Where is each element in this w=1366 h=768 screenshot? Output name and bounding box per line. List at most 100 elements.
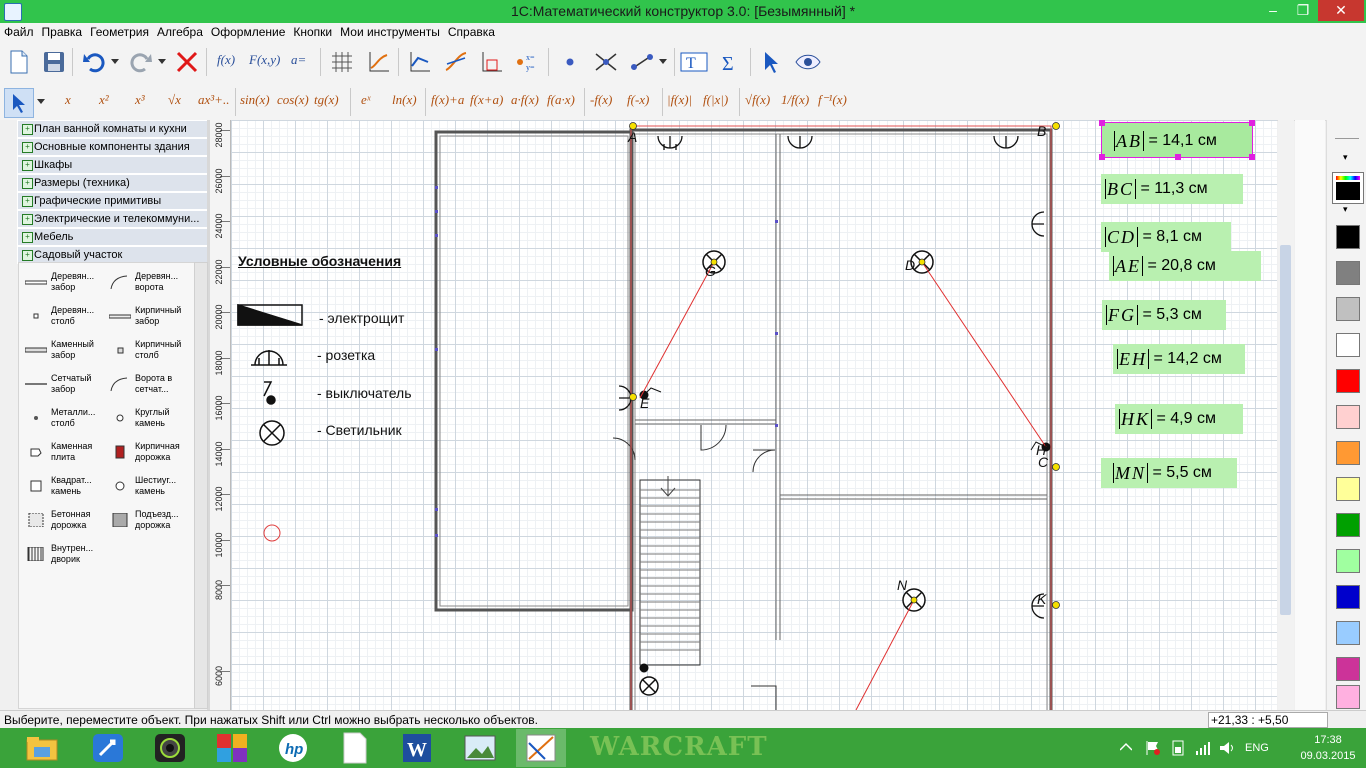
palette-item[interactable]: Металли... столб [25,405,109,435]
pointer-visibility-tool[interactable] [758,48,786,76]
fn-reciprocal[interactable]: 1/f(x) [781,92,809,108]
palette-scrollbar[interactable] [194,262,208,709]
function-tool-button[interactable]: f(x) [217,52,235,68]
parameter-button[interactable]: a= [291,52,306,68]
color-swatch-0[interactable] [1336,225,1360,249]
fn-ln[interactable]: ln(x) [392,92,417,108]
signal-icon[interactable] [1195,740,1211,756]
measure-ab[interactable]: AB = 14,1 см [1099,120,1255,160]
fn-scale-x[interactable]: f(a·x) [547,92,575,108]
measure-ae[interactable]: AE = 20,8 см [1109,251,1261,281]
text-tool[interactable]: T [680,48,708,76]
graph-tool-2[interactable] [442,48,470,76]
color-swatch-3[interactable] [1336,333,1360,357]
sum-formula-tool[interactable]: Σ [716,48,744,76]
taskbar-app-math-constructor[interactable] [516,729,566,767]
point-tool[interactable] [556,48,584,76]
menu-geometry[interactable]: Геометрия [86,23,153,39]
select-tool[interactable] [4,88,34,118]
category-furniture[interactable]: + Мебель [17,228,208,246]
menu-format[interactable]: Оформление [207,23,289,39]
restore-button[interactable]: ❐ [1288,0,1318,21]
delete-button[interactable] [173,48,201,76]
current-color[interactable] [1332,172,1364,204]
fn-tg[interactable]: tg(x) [314,92,339,108]
taskbar-app-camera[interactable] [145,729,195,767]
redo-button[interactable] [127,48,155,76]
fn-abs-arg[interactable]: f(|x|) [703,92,728,108]
color-swatch-1[interactable] [1336,261,1360,285]
palette-item[interactable]: Деревян... столб [25,303,109,333]
color-swatch-4[interactable] [1336,369,1360,393]
measure-mn[interactable]: MN = 5,5 см [1101,458,1237,488]
taskbar-app-word[interactable]: W [392,729,442,767]
category-primitives[interactable]: + Графические примитивы [17,192,208,210]
graph-tool-1[interactable] [406,48,434,76]
category-cabinets[interactable]: + Шкафы [17,156,208,174]
graph-tool-3[interactable] [478,48,506,76]
menu-algebra[interactable]: Алгебра [153,23,207,39]
fn-poly[interactable]: ax³+.. [198,92,229,108]
measure-hk[interactable]: HK = 4,9 см [1115,404,1243,434]
fn-scale-y[interactable]: a·f(x) [511,92,539,108]
undo-dropdown[interactable] [108,48,122,76]
fn-neg-arg[interactable]: f(-x) [627,92,649,108]
color-swatch-10[interactable] [1336,585,1360,609]
taskbar-app-document[interactable] [330,729,380,767]
menu-help[interactable]: Справка [444,23,499,39]
category-building[interactable]: + Основные компоненты здания [17,138,208,156]
menu-file[interactable]: Файл [0,23,38,39]
color-swatch-9[interactable] [1336,549,1360,573]
palette-item[interactable]: Бетонная дорожка [25,507,109,537]
fn-x2[interactable]: x² [99,92,109,108]
palette-item[interactable]: Кирпичный столб [109,337,193,367]
flag-icon[interactable] [1145,740,1161,756]
category-electrical[interactable]: + Электрические и телекоммуни... [17,210,208,228]
language-indicator[interactable]: ENG [1245,742,1269,754]
minimize-button[interactable]: – [1258,0,1288,21]
fn-cos[interactable]: cos(x) [277,92,309,108]
segment-dropdown[interactable] [656,48,670,76]
grid-button[interactable] [328,48,356,76]
formula-point-button[interactable]: x= y= [514,48,542,76]
fn-sin[interactable]: sin(x) [240,92,270,108]
palette-item[interactable]: Подъезд... дорожка [109,507,193,537]
fn-abs[interactable]: |f(x)| [667,92,692,108]
scrollbar-thumb[interactable] [1280,245,1291,615]
category-bathroom[interactable]: + План ванной комнаты и кухни [17,120,208,138]
select-dropdown[interactable] [34,88,48,116]
canvas-scrollbar[interactable] [1278,120,1294,710]
taskbar-app-photos[interactable] [455,729,505,767]
measure-eh[interactable]: EH = 14,2 см [1113,344,1245,374]
close-window-button[interactable]: ✕ [1318,0,1364,21]
taskbar-app-explorer[interactable] [17,729,67,767]
battery-icon[interactable] [1170,740,1186,756]
color-swatch-12[interactable] [1336,657,1360,681]
implicit-function-button[interactable]: F(x,y) [249,52,280,68]
clock-date[interactable]: 09.03.2015 [1293,750,1363,762]
palette-item[interactable]: Деревян... ворота [109,269,193,299]
palette-item[interactable]: Каменный забор [25,337,109,367]
color-swatch-2[interactable] [1336,297,1360,321]
panel-scroll-up[interactable] [1335,126,1359,139]
chevron-down-icon[interactable]: ▾ [1343,204,1348,215]
palette-item[interactable]: Круглый камень [109,405,193,435]
palette-item[interactable]: Кирпичная дорожка [109,439,193,469]
taskbar-app-rocket[interactable] [83,729,133,767]
taskbar-app-hp[interactable]: hp [268,729,318,767]
palette-item[interactable]: Кирпичный забор [109,303,193,333]
fn-x[interactable]: x [65,92,71,108]
palette-item[interactable]: Шестиуг... камень [109,473,193,503]
measure-cd[interactable]: CD = 8,1 см [1101,222,1231,252]
redo-dropdown[interactable] [155,48,169,76]
color-swatch-7[interactable] [1336,477,1360,501]
measure-fg[interactable]: FG = 5,3 см [1102,300,1226,330]
measure-bc[interactable]: BC = 11,3 см [1101,174,1243,204]
palette-item[interactable]: Внутрен... дворик [25,541,109,571]
clock-time[interactable]: 17:38 [1293,734,1363,746]
fn-shift-up[interactable]: f(x)+a [431,92,464,108]
volume-icon[interactable] [1219,740,1235,756]
fn-neg[interactable]: -f(x) [590,92,612,108]
palette-item[interactable]: Деревян... забор [25,269,109,299]
undo-button[interactable] [80,48,108,76]
